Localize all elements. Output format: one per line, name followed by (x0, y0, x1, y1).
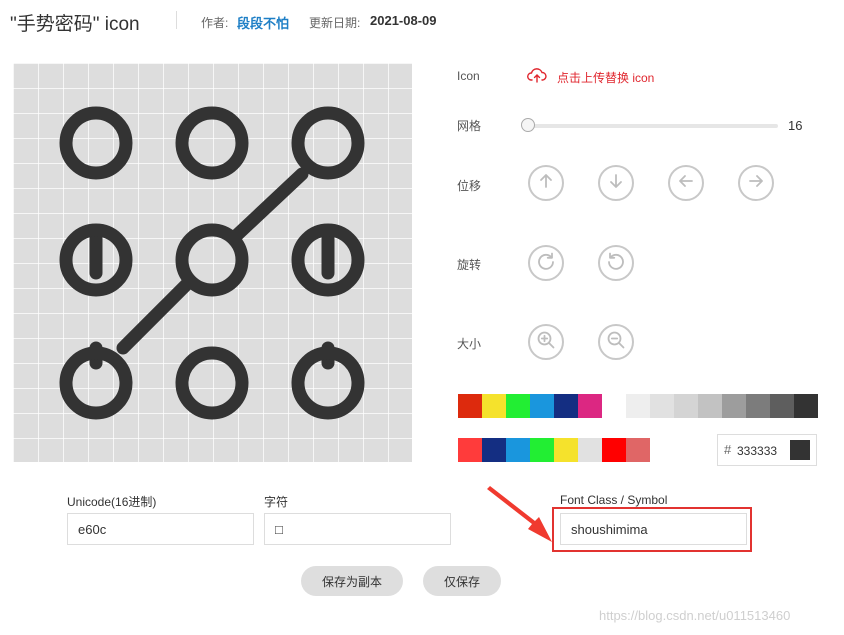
cloud-upload-icon (527, 66, 547, 89)
palette-row-1-swatch[interactable] (506, 394, 530, 418)
upload-icon-text: 点击上传替换 icon (557, 71, 655, 85)
color-hash-symbol: # (724, 442, 732, 457)
author-label: 作者: (201, 16, 229, 30)
color-palette-row-1 (458, 394, 818, 418)
zoom-out-icon (606, 330, 626, 355)
rotate-label: 旋转 (457, 258, 482, 272)
font-class-label: Font Class / Symbol (560, 493, 668, 507)
character-label: 字符 (264, 495, 289, 509)
grid-slider-track[interactable] (528, 124, 778, 128)
move-up-button[interactable] (528, 165, 564, 201)
save-only-button[interactable]: 仅保存 (423, 566, 501, 596)
rotate-clockwise-icon (536, 251, 556, 276)
move-label: 位移 (457, 179, 482, 193)
arrow-down-icon (607, 172, 625, 195)
palette-row-2-swatch[interactable] (458, 438, 482, 462)
color-preview-swatch (790, 440, 810, 460)
grid-label: 网格 (457, 119, 482, 133)
author-link[interactable]: 段段不怕 (237, 13, 289, 32)
grid-slider-handle[interactable] (521, 118, 535, 132)
color-palette-row-2 (458, 438, 650, 462)
palette-row-1-swatch[interactable] (458, 394, 482, 418)
gesture-password-icon (13, 63, 412, 462)
palette-row-1-swatch[interactable] (530, 394, 554, 418)
header-divider (176, 11, 177, 29)
palette-row-1-swatch[interactable] (650, 394, 674, 418)
palette-row-1-swatch[interactable] (674, 394, 698, 418)
size-label: 大小 (457, 337, 482, 351)
palette-row-2-swatch[interactable] (578, 438, 602, 462)
palette-row-1-swatch[interactable] (770, 394, 794, 418)
update-date: 2021-08-09 (370, 13, 437, 28)
rotate-counterclockwise-button[interactable] (598, 245, 634, 281)
palette-row-1-swatch[interactable] (554, 394, 578, 418)
palette-row-2-swatch[interactable] (506, 438, 530, 462)
rotate-counterclockwise-icon (606, 251, 626, 276)
upload-icon-button[interactable]: 点击上传替换 icon (527, 66, 654, 89)
unicode-label: Unicode(16进制) (67, 495, 157, 509)
palette-row-2-swatch[interactable] (530, 438, 554, 462)
zoom-out-button[interactable] (598, 324, 634, 360)
save-as-copy-button[interactable]: 保存为副本 (301, 566, 403, 596)
watermark-text: https://blog.csdn.net/u011513460 (599, 608, 791, 623)
move-right-button[interactable] (738, 165, 774, 201)
page-title: "手势密码" icon (10, 14, 140, 35)
move-left-button[interactable] (668, 165, 704, 201)
palette-row-2-swatch[interactable] (602, 438, 626, 462)
palette-row-1-swatch[interactable] (746, 394, 770, 418)
palette-row-1-swatch[interactable] (602, 394, 626, 418)
rotate-clockwise-button[interactable] (528, 245, 564, 281)
palette-row-2-swatch[interactable] (626, 438, 650, 462)
highlight-box (552, 507, 752, 552)
arrow-right-icon (747, 172, 765, 195)
unicode-input[interactable] (67, 513, 254, 545)
zoom-in-button[interactable] (528, 324, 564, 360)
character-input[interactable] (264, 513, 451, 545)
palette-row-2-swatch[interactable] (482, 438, 506, 462)
palette-row-1-swatch[interactable] (794, 394, 818, 418)
move-down-button[interactable] (598, 165, 634, 201)
palette-row-1-swatch[interactable] (722, 394, 746, 418)
palette-row-1-swatch[interactable] (698, 394, 722, 418)
annotation-arrow-icon (487, 486, 552, 542)
icon-label: Icon (457, 69, 480, 83)
update-date-label: 更新日期: (309, 16, 361, 30)
zoom-in-icon (536, 330, 556, 355)
palette-row-2-swatch[interactable] (554, 438, 578, 462)
color-hex-value: 333333 (737, 444, 778, 458)
palette-row-1-swatch[interactable] (482, 394, 506, 418)
palette-row-1-swatch[interactable] (626, 394, 650, 418)
palette-row-1-swatch[interactable] (578, 394, 602, 418)
grid-value: 16 (788, 118, 803, 133)
icon-edit-canvas[interactable] (13, 63, 412, 462)
arrow-left-icon (677, 172, 695, 195)
arrow-up-icon (537, 172, 555, 195)
